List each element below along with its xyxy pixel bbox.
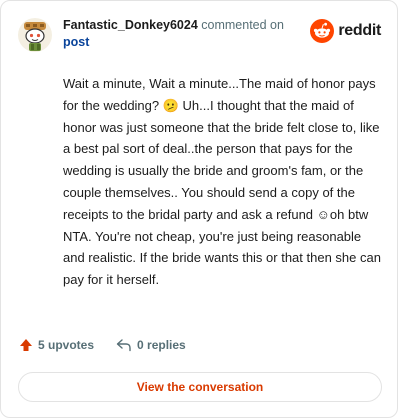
reddit-logo-icon [310,19,335,43]
comment-header: Fantastic_Donkey6024 commented on post r… [17,15,381,55]
comment-meta: Fantastic_Donkey6024 commented on post [63,17,303,51]
post-link[interactable]: post [63,35,89,49]
meta-line: Fantastic_Donkey6024 commented on [63,17,303,34]
reply-arrow-icon [116,339,131,352]
upvotes-label: 5 upvotes [38,338,95,352]
reddit-brand[interactable]: reddit [310,19,381,43]
view-conversation-button[interactable]: View the conversation [18,372,382,402]
upvote-arrow-icon [20,339,32,351]
brand-name: reddit [338,22,381,39]
replies-label: 0 replies [137,338,186,352]
reply-count[interactable]: 0 replies [116,338,186,352]
action-text: commented on [201,18,284,32]
avatar[interactable] [17,17,53,53]
snoo-avatar-icon [18,18,52,52]
comment-card: Fantastic_Donkey6024 commented on post r… [0,0,398,418]
comment-actions: 5 upvotes 0 replies [19,338,186,352]
upvote-count[interactable]: 5 upvotes [19,338,94,352]
author-username-link[interactable]: Fantastic_Donkey6024 [63,18,198,32]
meta-line-2: post [63,34,303,51]
comment-body: Wait a minute, Wait a minute...The maid … [63,76,381,288]
